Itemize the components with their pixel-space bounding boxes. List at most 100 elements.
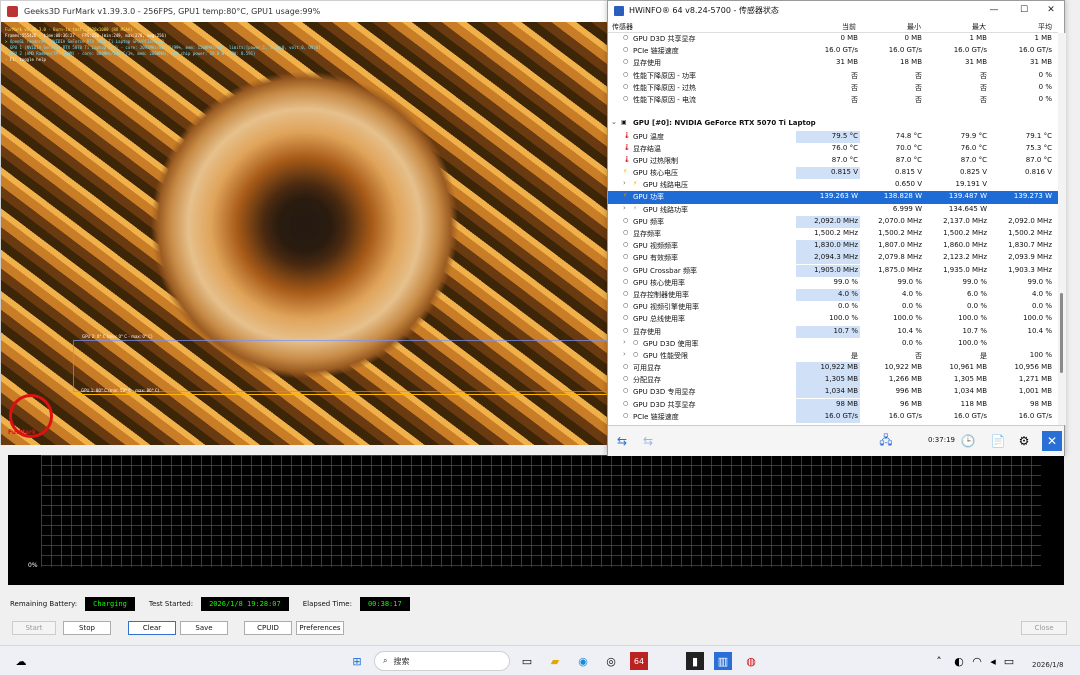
expand-icon[interactable]: › [623, 338, 626, 346]
expand-icon[interactable]: › [623, 179, 626, 187]
save-button[interactable]: Save [180, 621, 228, 635]
maximize-icon[interactable]: ☐ [1010, 1, 1038, 20]
gpu1-temp-label: GPU 1: 80° C (min: 52° C - max: 80° C) [81, 388, 160, 393]
col-max[interactable]: 最大 [972, 22, 986, 32]
sensor-row[interactable]: ○ PCIe 链接速度 16.0 GT/s 16.0 GT/s 16.0 GT/s 16.… [608, 45, 1058, 57]
col-sensor[interactable]: 传感器 [612, 22, 633, 32]
value-avg: 0 % [1038, 82, 1052, 91]
value-avg: 99.0 % [1027, 277, 1052, 286]
log-icon[interactable]: 📄 [988, 431, 1008, 451]
cpuid-button[interactable]: CPUID [244, 621, 292, 635]
sensor-row[interactable]: › ○ GPU 性能受限 是 否 是 100 % [608, 350, 1058, 362]
collapse-icon[interactable]: ⌄ [611, 118, 617, 126]
edge-icon[interactable]: ◉ [574, 652, 592, 670]
value-current: 16.0 GT/s [824, 411, 858, 420]
value-current: 1,905.0 MHz [814, 265, 858, 274]
furmark-taskbar-icon[interactable]: ◍ [742, 652, 760, 670]
sensor-row[interactable]: ○ 显存使用 31 MB 18 MB 31 MB 31 MB [608, 57, 1058, 69]
value-max: 139.487 W [948, 192, 987, 201]
sensor-row[interactable]: ○ GPU 有效频率 2,094.3 MHz 2,079.8 MHz 2,123.2 M… [608, 252, 1058, 265]
tray-app-icon[interactable]: ◐ [950, 652, 968, 670]
value-current: 79.5 °C [831, 131, 858, 140]
close-icon[interactable]: ✕ [1037, 1, 1065, 20]
sensor-dot-icon: ○ [623, 387, 629, 395]
clear-button[interactable]: Clear [128, 621, 176, 635]
sensor-dot-icon: ○ [623, 399, 629, 407]
network-icon[interactable]: 🖧 [876, 431, 896, 451]
scrollbar-thumb[interactable] [1060, 293, 1063, 373]
settings-icon[interactable]: ⚙ [1014, 431, 1034, 451]
minimize-icon[interactable]: — [980, 1, 1008, 20]
sensor-row[interactable]: ○ 分配显存 1,305 MB 1,266 MB 1,305 MB 1,271 MB [608, 374, 1058, 387]
sensor-dot-icon: ○ [623, 82, 629, 90]
gpu2-temp-graph: GPU 2: 0° C (min: 0° C - max: 0° C) [73, 334, 608, 392]
sensor-dot-icon: ○ [623, 229, 629, 236]
sensor-row[interactable]: ○ 性能下降原因 - 功率 否 否 否 0 % [608, 70, 1058, 82]
sensor-row[interactable]: ⚡ GPU 功率 139.263 W 138.828 W 139.487 W 139.27… [608, 191, 1058, 204]
sensor-row[interactable]: ○ GPU Crossbar 频率 1,905.0 MHz 1,875.0 MHz 1,… [608, 264, 1058, 277]
sensor-name: 可用显存 [633, 364, 661, 373]
sensor-name: GPU 视频引擎使用率 [633, 303, 699, 312]
sensor-row[interactable]: ○ GPU D3D 共享显存 0 MB 0 MB 1 MB 1 MB [608, 33, 1058, 45]
sensor-row[interactable]: ○ 显存控制器使用率 4.0 % 4.0 % 6.0 % 4.0 % [608, 288, 1058, 301]
gpu-chip-icon: ▣ [621, 119, 627, 127]
stop-button[interactable]: Stop [63, 621, 111, 635]
taskbar: ☁ ⊞ ⌕ 搜索 ▭ ▰ ◉ ◎ 64 ▮ ▥ ◍ ˄ ◐ ◠ ◂ ▭ 2026… [0, 645, 1080, 675]
sensor-row[interactable]: 🌡 GPU 过热限制 87.0 °C 87.0 °C 87.0 °C 87.0 °C [608, 155, 1058, 167]
sensor-row[interactable]: ○ 显存使用 10.7 % 10.4 % 10.7 % 10.4 % [608, 325, 1058, 338]
col-current[interactable]: 当前 [842, 22, 856, 32]
expand-icon[interactable]: › [623, 350, 626, 358]
sensor-row[interactable]: ○ 显存频率 1,500.2 MHz 1,500.2 MHz 1,500.2 MHz 1,… [608, 228, 1058, 240]
sensor-row[interactable]: ○ 可用显存 10,922 MB 10,922 MB 10,961 MB 10,956 M… [608, 362, 1058, 375]
app-icon[interactable]: ◎ [602, 652, 620, 670]
battery-icon[interactable]: ▭ [1000, 652, 1018, 670]
sensor-dot-icon: ○ [623, 216, 629, 224]
thermometer-icon: 🌡 [623, 143, 631, 151]
sensor-row[interactable]: ○ GPU 总线使用率 100.0 % 100.0 % 100.0 % 100.0 % [608, 313, 1058, 325]
value-max: 31 MB [965, 58, 987, 67]
sensor-row[interactable]: ○ GPU D3D 专用显存 1,034 MB 996 MB 1,034 MB 1,001… [608, 386, 1058, 399]
furmark-title-bar[interactable]: Geeks3D FurMark v1.39.3.0 - 256FPS, GPU1… [1, 1, 608, 22]
tray-up-icon[interactable]: ˄ [930, 652, 948, 670]
close-sensors-icon[interactable]: ✕ [1042, 431, 1062, 451]
value-current: 0.0 % [837, 302, 858, 311]
sensor-row[interactable]: ○ 性能下降原因 - 过热 否 否 否 0 % [608, 82, 1058, 94]
meter-taskbar-icon[interactable]: ▮ [686, 652, 704, 670]
sensor-row[interactable]: ○ PCIe 链接速度 16.0 GT/s 16.0 GT/s 16.0 GT/s 16.… [608, 410, 1058, 423]
sensor-row[interactable]: › ○ GPU D3D 使用率 0.0 % 100.0 % [608, 338, 1058, 350]
sensor-row[interactable]: ○ GPU 频率 2,092.0 MHz 2,070.0 MHz 2,137.0 MHz… [608, 215, 1058, 228]
sensor-row[interactable]: ○ GPU 视频频率 1,830.0 MHz 1,807.0 MHz 1,860.0 M… [608, 240, 1058, 253]
sensor-row[interactable]: ○ GPU 视频引擎使用率 0.0 % 0.0 % 0.0 % 0.0 % [608, 301, 1058, 313]
sensor-row[interactable]: ⚡ GPU 核心电压 0.815 V 0.815 V 0.825 V 0.816 V [608, 167, 1058, 180]
file-explorer-icon[interactable]: ▰ [546, 652, 564, 670]
col-min[interactable]: 最小 [907, 22, 921, 32]
weather-icon[interactable]: ☁ [12, 652, 30, 670]
task-view-icon[interactable]: ▭ [518, 652, 536, 670]
sensor-taskbar-icon[interactable]: ▥ [714, 652, 732, 670]
value-avg: 1,500.2 MHz [1008, 229, 1052, 237]
sensor-row[interactable]: ○ GPU 核心使用率 99.0 % 99.0 % 99.0 % 99.0 % [608, 277, 1058, 289]
clock-icon[interactable]: 🕒 [958, 431, 978, 451]
sensor-name: GPU Crossbar 频率 [633, 266, 698, 275]
start-icon[interactable]: ⊞ [348, 652, 366, 670]
nav-back-icon[interactable]: ⇆ [612, 431, 632, 451]
col-avg[interactable]: 平均 [1038, 22, 1052, 32]
sensor-group-row[interactable]: ⌄ ▣ GPU [#0]: NVIDIA GeForce RTX 5070 Ti L… [608, 118, 1058, 130]
sensor-dot-icon: ○ [623, 58, 629, 66]
sensor-row[interactable]: 🌡 GPU 温度 79.5 °C 74.8 °C 79.9 °C 79.1 °C [608, 130, 1058, 143]
sensor-row[interactable]: › ⚡ GPU 线路电压 0.650 V 19.191 V [608, 179, 1058, 191]
hwinfo-title-bar[interactable]: HWiNFO® 64 v8.24-5700 - 传感器状态 — ☐ ✕ [608, 1, 1064, 20]
start-button[interactable]: Start [12, 621, 56, 635]
sensor-row[interactable]: › ⚡ GPU 线路功率 6.999 W 134.645 W [608, 204, 1058, 216]
value-avg: 1,001 MB [1018, 387, 1052, 396]
expand-icon[interactable]: › [623, 204, 626, 212]
close-button[interactable]: Close [1021, 621, 1067, 635]
hwinfo-taskbar-icon[interactable]: 64 [630, 652, 648, 670]
sensor-row[interactable]: ○ GPU D3D 共享显存 98 MB 96 MB 118 MB 98 MB [608, 398, 1058, 411]
sensor-row[interactable]: 🌡 显存结温 76.0 °C 70.0 °C 76.0 °C 75.3 °C [608, 143, 1058, 155]
taskbar-search[interactable]: ⌕ 搜索 [374, 651, 510, 671]
nav-forward-icon[interactable]: ⇆ [638, 431, 658, 451]
sensor-scrollbar[interactable] [1058, 33, 1066, 425]
sensor-row[interactable]: ○ 性能下降原因 - 电流 否 否 否 0 % [608, 94, 1058, 106]
preferences-button[interactable]: Preferences [296, 621, 344, 635]
